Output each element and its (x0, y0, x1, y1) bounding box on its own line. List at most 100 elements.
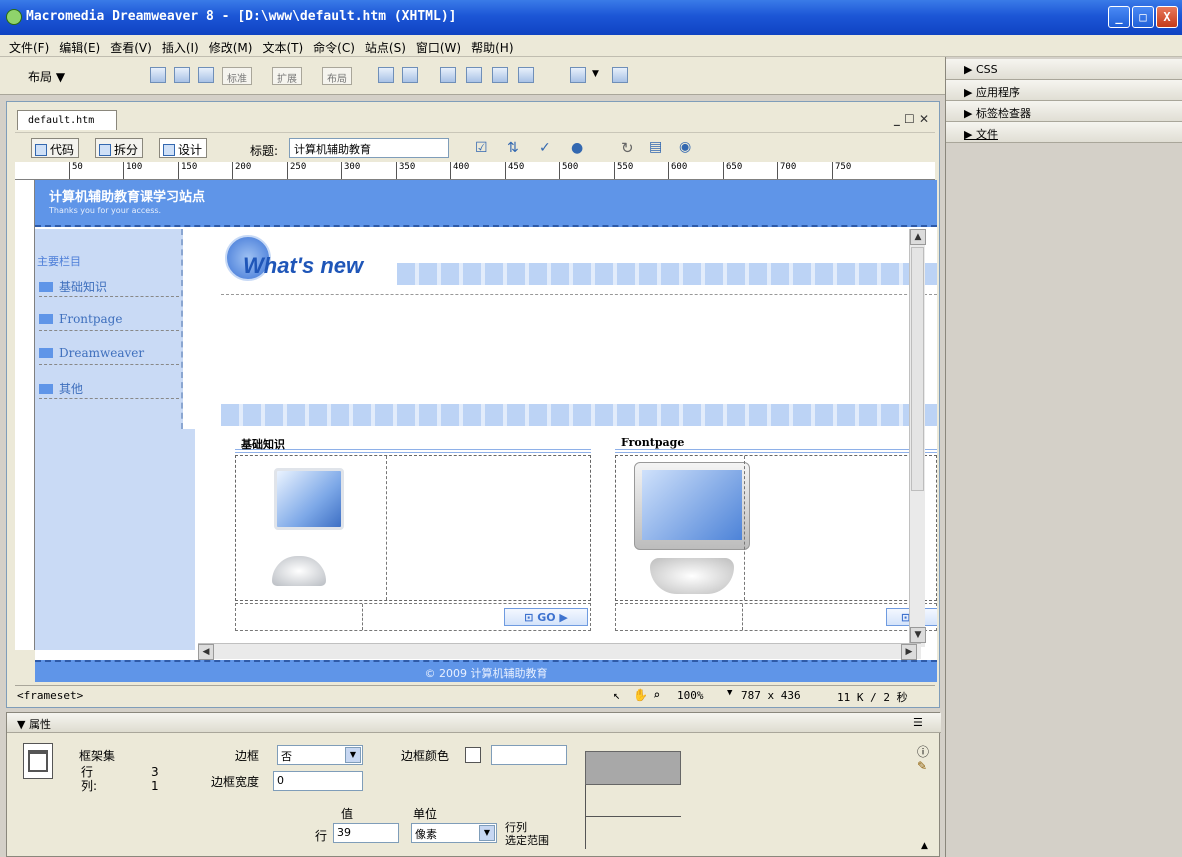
frames-dropdown-icon[interactable]: ▼ (592, 69, 599, 79)
title-bar: Macromedia Dreamweaver 8 - [D:\www\defau… (0, 0, 1182, 35)
nav-item-dreamweaver[interactable]: Dreamweaver (39, 343, 179, 365)
help-icon[interactable]: ⓘ (917, 743, 929, 760)
window-size[interactable]: 787 x 436 (741, 689, 801, 702)
preview-in-browser-icon[interactable]: ● (571, 140, 583, 156)
zoom-level[interactable]: 100% (677, 689, 704, 702)
insert-column-right-icon[interactable] (518, 67, 534, 83)
border-color-input[interactable] (491, 745, 567, 765)
nav-item-other[interactable]: 其他 (39, 377, 179, 399)
menu-text[interactable]: 文本(T) (257, 35, 308, 56)
menu-site[interactable]: 站点(S) (360, 35, 411, 56)
no-browser-check-errors-icon[interactable]: ☑ (475, 140, 488, 156)
quick-tag-editor-icon[interactable]: ✎ (917, 759, 927, 773)
insert-column-left-icon[interactable] (492, 67, 508, 83)
scroll-left-icon[interactable]: ◀ (198, 644, 214, 660)
ruler-tick: 500 (559, 162, 578, 179)
code-view-button[interactable]: 代码 (31, 138, 80, 158)
border-width-input[interactable]: 0 (273, 771, 363, 791)
maximize-button[interactable]: □ (1132, 6, 1154, 28)
options-menu-icon[interactable]: ☰ (913, 716, 923, 729)
menu-edit[interactable]: 编辑(E) (54, 35, 105, 56)
nav-bullet-icon (39, 282, 53, 292)
collapse-arrow-icon[interactable]: ▲ (921, 841, 928, 851)
menu-window[interactable]: 窗口(W) (411, 35, 466, 56)
menu-insert[interactable]: 插入(I) (157, 35, 204, 56)
standard-mode-button[interactable]: 标准 (222, 67, 252, 85)
design-view-button[interactable]: 设计 (159, 138, 208, 158)
file-management-icon[interactable]: ⇅ (507, 140, 519, 156)
close-button[interactable]: X (1156, 6, 1178, 28)
frame-selector-bottom[interactable] (585, 817, 681, 849)
scroll-thumb[interactable] (911, 247, 924, 491)
color-picker-icon[interactable] (465, 747, 481, 763)
window-title: Macromedia Dreamweaver 8 - [D:\www\defau… (26, 9, 457, 24)
insert-category-dropdown[interactable]: 布局 ▼ (28, 68, 65, 85)
unit-select[interactable]: 像素 ▼ (411, 823, 497, 843)
nav-heading: 主要栏目 (37, 255, 81, 268)
frames-icon[interactable] (570, 67, 586, 83)
panel-tag-inspector[interactable]: ▶ 标签检查器 (946, 101, 1182, 122)
draw-table-icon[interactable] (402, 67, 418, 83)
border-select[interactable]: 否 ▼ (277, 745, 363, 765)
cell-divider (744, 456, 745, 600)
main-content-frame: What's new 基础知识 Frontpage ⊡ GO ▶ ⊡ (221, 229, 937, 649)
frame-selector-middle[interactable] (585, 785, 681, 817)
section-heading-basics: 基础知识 (235, 433, 591, 453)
visual-aids-icon[interactable]: ◉ (679, 139, 691, 155)
monitor-screen-icon (274, 468, 344, 530)
insert-row-above-icon[interactable] (440, 67, 456, 83)
menu-help[interactable]: 帮助(H) (466, 35, 518, 56)
table-icon[interactable] (150, 67, 166, 83)
zoom-dropdown-icon[interactable]: ▼ (727, 688, 732, 698)
zoom-tool-icon[interactable]: ⌕ (653, 688, 660, 702)
layout-table-icon[interactable] (198, 67, 214, 83)
tag-selector[interactable]: <frameset> (17, 689, 83, 702)
ruler-tick: 150 (178, 162, 197, 179)
imac-image (266, 468, 346, 588)
top-frame-banner: 计算机辅助教育课学习站点 Thanks you for your access. (35, 180, 937, 227)
insert-row-below-icon[interactable] (466, 67, 482, 83)
menu-view[interactable]: 查看(V) (105, 35, 157, 56)
panel-css[interactable]: ▶ CSS (946, 59, 1182, 80)
unit-header: 单位 (413, 807, 438, 821)
layer-icon[interactable] (174, 67, 190, 83)
monitor-screen-icon (642, 470, 742, 540)
panel-files[interactable]: ▶ 文件 (946, 122, 1182, 143)
pointer-tool-icon[interactable]: ↖ (613, 688, 620, 702)
layout-cell-icon[interactable] (378, 67, 394, 83)
panel-application[interactable]: ▶ 应用程序 (946, 80, 1182, 101)
document-tab[interactable]: default.htm (17, 110, 117, 130)
hand-tool-icon[interactable]: ✋ (633, 688, 648, 702)
border-label: 边框 (235, 749, 260, 763)
document-window-controls[interactable]: _ ☐ ✕ (894, 112, 929, 126)
menu-modify[interactable]: 修改(M) (204, 35, 258, 56)
nav-item-basics[interactable]: 基础知识 (39, 275, 179, 297)
expanded-mode-button[interactable]: 扩展 (272, 67, 302, 85)
split-view-button[interactable]: 拆分 (95, 138, 144, 158)
title-label: 标题: (250, 144, 279, 158)
cols-label: 列: (81, 779, 98, 793)
scroll-right-icon[interactable]: ▶ (901, 644, 917, 660)
refresh-icon[interactable]: ↻ (621, 139, 634, 157)
go-button-basics[interactable]: ⊡ GO ▶ (504, 608, 588, 626)
code-view-icon (35, 144, 47, 156)
cell-divider (386, 456, 387, 600)
validate-markup-icon[interactable]: ✓ (539, 140, 551, 156)
scroll-down-icon[interactable]: ▼ (910, 627, 926, 643)
view-options-icon[interactable]: ▤ (649, 139, 662, 155)
menu-file[interactable]: 文件(F) (4, 35, 54, 56)
scroll-up-icon[interactable]: ▲ (910, 229, 926, 245)
design-canvas[interactable]: 计算机辅助教育课学习站点 Thanks you for your access.… (35, 180, 937, 680)
tabular-data-icon[interactable] (612, 67, 628, 83)
minimize-button[interactable]: _ (1108, 6, 1130, 28)
properties-title[interactable]: ▼ 属性 (7, 713, 941, 733)
bottom-frame-footer: © 2009 计算机辅助教育 (35, 660, 937, 682)
vertical-scrollbar[interactable]: ▲ ▼ (909, 229, 926, 647)
page-title-input[interactable]: 计算机辅助教育 (289, 138, 449, 158)
nav-item-frontpage[interactable]: Frontpage (39, 309, 179, 331)
frame-selector-top[interactable] (585, 751, 681, 785)
menu-commands[interactable]: 命令(C) (308, 35, 360, 56)
row-value-input[interactable]: 39 (333, 823, 399, 843)
horizontal-scrollbar[interactable]: ◀ ▶ (198, 643, 921, 660)
layout-mode-button[interactable]: 布局 (322, 67, 352, 85)
